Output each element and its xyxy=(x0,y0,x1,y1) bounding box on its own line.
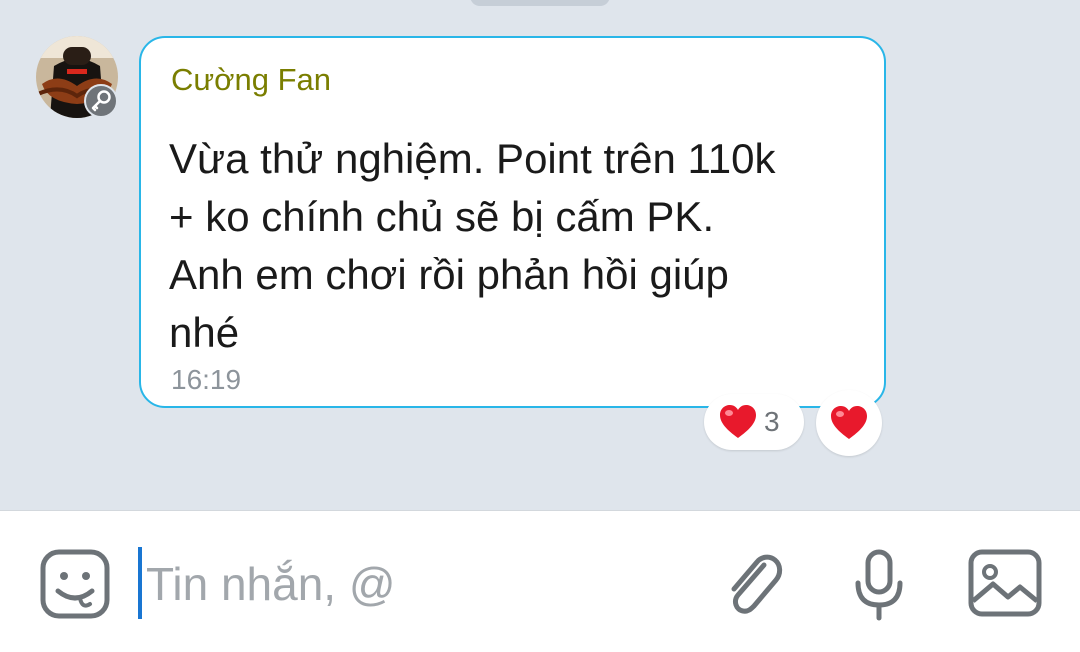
chat-area: Cường Fan Vừa thử nghiệm. Point trên 110… xyxy=(0,0,1080,510)
message-time: 16:19 xyxy=(171,364,242,395)
voice-message-button[interactable] xyxy=(850,549,908,628)
message-line: + ko chính chủ sẽ bị cấm PK. xyxy=(169,193,715,240)
reaction-count: 3 xyxy=(764,406,780,437)
sticker-face-icon xyxy=(40,549,110,619)
text-cursor xyxy=(138,547,142,619)
reaction-summary[interactable]: 3 xyxy=(704,394,804,450)
admin-key-badge xyxy=(84,84,118,118)
message-line: Vừa thử nghiệm. Point trên 110k xyxy=(169,135,776,182)
photo-button[interactable] xyxy=(968,549,1042,624)
message-bubble[interactable]: Cường Fan Vừa thử nghiệm. Point trên 110… xyxy=(139,36,886,408)
date-separator-pill xyxy=(470,0,610,6)
heart-icon xyxy=(831,406,867,439)
react-heart-button[interactable] xyxy=(816,390,882,456)
key-icon xyxy=(91,90,111,112)
paperclip-icon xyxy=(731,554,783,614)
image-icon xyxy=(968,549,1042,617)
attach-button[interactable] xyxy=(720,547,784,626)
message-text: Vừa thử nghiệm. Point trên 110k + ko chí… xyxy=(169,130,869,362)
message-line: nhé xyxy=(169,309,240,356)
message-line: Anh em chơi rồi phản hồi giúp xyxy=(169,251,729,298)
sticker-button[interactable] xyxy=(40,549,110,624)
sender-name[interactable]: Cường Fan xyxy=(171,62,331,98)
message-input-placeholder: Tin nhắn, @ xyxy=(146,558,396,610)
heart-icon xyxy=(720,405,756,438)
microphone-icon xyxy=(855,549,903,621)
message-composer: Tin nhắn, @ xyxy=(0,510,1080,652)
